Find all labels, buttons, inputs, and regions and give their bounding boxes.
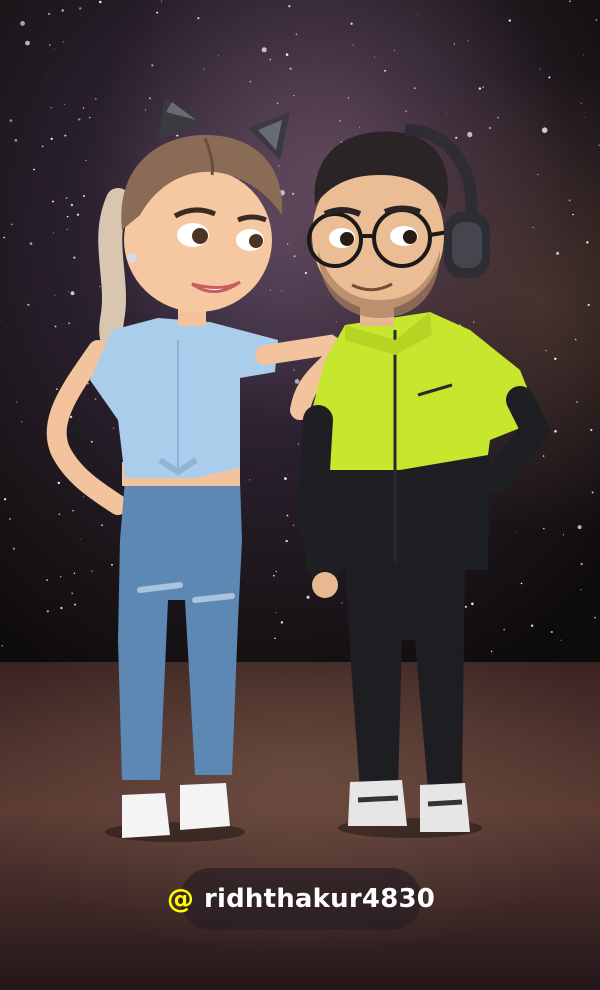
at-icon: @ <box>166 883 194 915</box>
mention-username: ridhthakur4830 <box>203 884 436 914</box>
bitmoji-scene <box>0 0 600 990</box>
mention-sticker[interactable]: @ ridhthakur4830 <box>167 868 435 930</box>
